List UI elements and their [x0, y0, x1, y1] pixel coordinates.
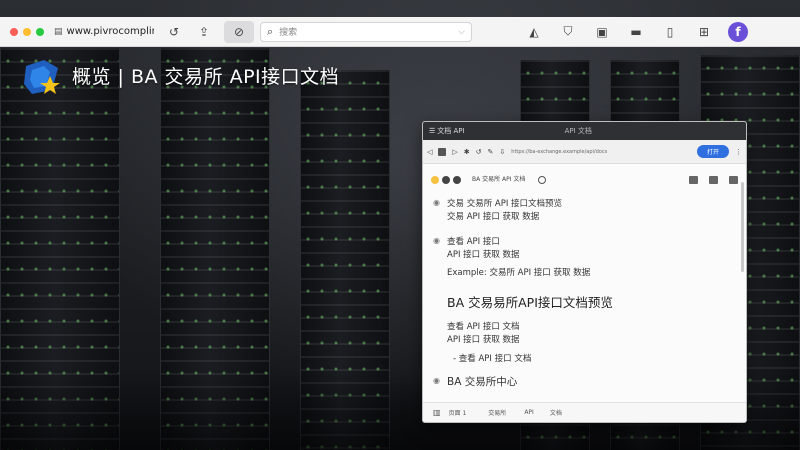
window-footer: ▥ 页面 1 交易所 API 文档 — [423, 402, 746, 422]
list-item[interactable]: ◉ 查看 API 接口 API 接口 获取 数据 Example: 交易所 AP… — [433, 236, 736, 280]
document-subtitle: BA 交易所 API 文档 — [472, 176, 526, 183]
list-item[interactable]: ◉ BA 交易所中心 — [433, 376, 736, 389]
item-detail: API 接口 获取 数据 — [447, 250, 520, 260]
maximize-dot[interactable] — [36, 27, 44, 36]
sidebar-icon[interactable]: ▣ — [592, 22, 612, 42]
refresh-icon[interactable]: ↺ — [476, 148, 482, 156]
item-title: BA 交易所中心 — [447, 376, 518, 388]
page-title: 概览 | BA 交易所 API接口文档 — [72, 66, 340, 88]
share-icon[interactable]: ⇪ — [194, 22, 214, 42]
pen-icon[interactable]: ✎ — [488, 148, 494, 156]
item-title: 查看 API 接口 文档 — [447, 322, 520, 332]
section-heading: BA 交易易所API接口文档预览 — [433, 296, 736, 309]
section-title: BA 交易易所API接口文档预览 — [447, 295, 613, 310]
window-controls — [10, 27, 44, 36]
status-dot — [431, 176, 439, 184]
reader-icon[interactable]: ◭ — [524, 22, 544, 42]
bullet-icon: ◉ — [433, 376, 440, 385]
back-icon[interactable]: ◁ — [427, 148, 432, 156]
star-icon[interactable]: ✱ — [464, 148, 470, 156]
trash-icon[interactable]: ▥ — [433, 408, 441, 417]
grid-icon[interactable]: ⊞ — [694, 22, 714, 42]
compass-icon[interactable]: ⊘ — [224, 20, 254, 43]
window-title: API 文档 — [564, 127, 592, 135]
copy-icon[interactable] — [689, 176, 698, 184]
bookmark-icon[interactable]: ▯ — [660, 22, 680, 42]
item-title: 查看 API 接口 — [447, 237, 500, 247]
download-icon[interactable]: ⇩ — [499, 148, 505, 156]
list-item[interactable]: 查看 API 接口 文档 API 接口 获取 数据 - 查看 API 接口 文档 — [433, 321, 736, 366]
footer-item[interactable]: 页面 1 — [449, 408, 467, 417]
document-body: ◉ 交易 交易所 API 接口文档预览 交易 API 接口 获取 数据 ◉ 查看… — [423, 198, 746, 389]
close-dot[interactable] — [10, 27, 18, 36]
bullet-icon: ◉ — [433, 198, 440, 207]
minimize-dot[interactable] — [23, 27, 31, 36]
inner-toolbar: ◁ ▷ ✱ ↺ ✎ ⇩ https://ba-exchange.example/… — [423, 140, 746, 164]
page-icon: ▤ — [54, 26, 63, 37]
print-icon[interactable]: ▬ — [626, 22, 646, 42]
toolbar-actions: ◭ ⛉ ▣ ▬ ▯ ⊞ f — [524, 21, 748, 42]
footer-item[interactable]: API — [524, 409, 534, 416]
search-input[interactable]: ⌕ 搜索 ⌵ — [260, 21, 472, 42]
brand-logo-icon — [24, 60, 60, 94]
item-detail: 交易 API 接口 获取 数据 — [447, 212, 540, 222]
item-detail: API 接口 获取 数据 — [447, 335, 520, 345]
shield-icon[interactable]: ⛉ — [558, 22, 578, 42]
more-icon[interactable]: ⋮ — [735, 148, 742, 156]
doc-icon[interactable] — [438, 147, 447, 156]
open-button[interactable]: 打开 — [696, 145, 729, 158]
info-icon[interactable] — [538, 176, 547, 184]
settings-icon[interactable] — [729, 176, 738, 184]
status-dot — [453, 176, 461, 184]
footer-item[interactable]: 交易所 — [488, 408, 506, 417]
inner-address[interactable]: https://ba-exchange.example/api/docs — [511, 149, 621, 155]
app-menu-icon[interactable]: ☰ — [429, 127, 435, 135]
search-icon: ⌕ — [267, 24, 274, 38]
status-dot — [442, 176, 450, 184]
forward-icon[interactable]: ▷ — [452, 148, 457, 156]
document-header: BA 交易所 API 文档 — [423, 164, 746, 196]
avatar[interactable]: f — [728, 21, 748, 42]
window-titlebar: ☰ 文档 API API 文档 — [423, 122, 746, 140]
reload-icon[interactable]: ↺ — [164, 22, 184, 42]
titlebar-text: 文档 API — [437, 127, 465, 135]
footer-item[interactable]: 文档 — [550, 408, 562, 417]
print-icon[interactable] — [709, 176, 718, 184]
item-example: Example: 交易所 API 接口 获取 数据 — [447, 268, 591, 278]
document-preview-window: ☰ 文档 API API 文档 ◁ ▷ ✱ ↺ ✎ ⇩ https://ba-e… — [422, 121, 747, 423]
list-item[interactable]: ◉ 交易 交易所 API 接口文档预览 交易 API 接口 获取 数据 — [433, 198, 736, 224]
browser-toolbar: ▤ www.pivrocomplinis ↺ ⇪ ⊘ ⌕ 搜索 ⌵ ◭ ⛉ ▣ … — [0, 17, 800, 47]
item-title: 交易 交易所 API 接口文档预览 — [447, 199, 563, 209]
search-placeholder: 搜索 — [279, 28, 298, 38]
chevron-icon: ⌵ — [458, 26, 465, 37]
item-sub: - 查看 API 接口 文档 — [453, 354, 532, 364]
scrollbar[interactable] — [741, 182, 744, 272]
address-bar[interactable]: ▤ www.pivrocomplinis — [54, 26, 154, 37]
url-text: www.pivrocomplinis — [66, 26, 154, 37]
bullet-icon: ◉ — [433, 236, 440, 245]
